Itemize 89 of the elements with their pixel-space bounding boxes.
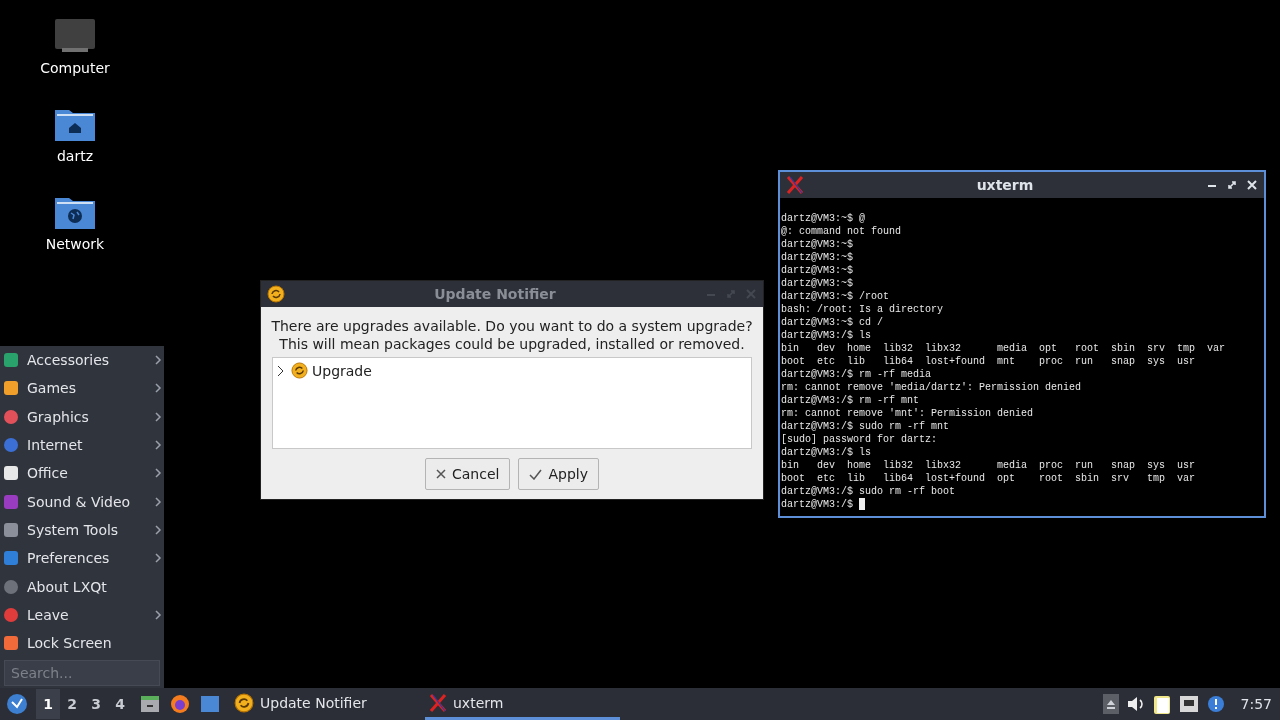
terminal-line: boot etc lib lib64 lost+found opt root sbin srv tmp var [781, 472, 1196, 485]
file-cabinet-icon[interactable] [140, 695, 160, 713]
graphics-icon [3, 408, 19, 425]
volume-icon[interactable] [1126, 696, 1145, 712]
checkmark-icon [529, 468, 543, 480]
x-logo-icon [786, 176, 804, 194]
menu-item[interactable]: Preferences [0, 544, 164, 573]
desktop-switch-button[interactable]: 3 [84, 689, 108, 719]
task-button[interactable]: uxterm [425, 688, 620, 720]
terminal-line: dartz@VM3:~$ [781, 238, 853, 251]
terminal-line: dartz@VM3:~$ cd / [781, 316, 884, 329]
browser-icon[interactable] [170, 694, 190, 714]
message-text: There are upgrades available. Do you want to do a system upgrade? [270, 317, 754, 335]
preferences-icon [3, 550, 19, 567]
terminal-line: rm: cannot remove 'media/dartz': Permission denied [781, 381, 1082, 394]
menu-item[interactable]: About LXQt [0, 572, 164, 601]
refresh-icon [234, 692, 254, 713]
chevron-icon [154, 468, 162, 479]
window-title: Update Notifier [433, 286, 557, 302]
internet-icon [3, 437, 19, 454]
eject-icon[interactable] [1102, 694, 1119, 714]
refresh-icon [291, 362, 308, 379]
terminal-line: dartz@VM3:/$ sudo rm -rf boot [781, 485, 956, 498]
desktop-icon-label[interactable]: Network [45, 236, 105, 252]
chevron-icon [154, 383, 162, 394]
menu-item[interactable]: Accessories [0, 346, 164, 375]
terminal-line: dartz@VM3:~$ [781, 251, 853, 264]
x-logo-icon [429, 693, 447, 712]
accessories-icon [3, 352, 19, 369]
close-icon [436, 469, 446, 479]
menu-item[interactable]: Leave [0, 600, 164, 629]
terminal-line: bash: /root: Is a directory [781, 303, 944, 316]
games-icon [3, 380, 19, 397]
menu-item[interactable]: System Tools [0, 515, 164, 545]
terminal-line: dartz@VM3:/$ ls [781, 329, 871, 342]
terminal-line: dartz@VM3:/$ ls [781, 446, 871, 459]
chevron-icon [154, 355, 162, 366]
terminal-line: dartz@VM3:/$ rm -rf mnt [781, 394, 920, 407]
window-title: uxterm [975, 177, 1035, 193]
cancel-button[interactable]: Cancel [425, 458, 511, 490]
terminal-line: boot etc lib lib64 lost+found mnt proc run snap sys usr [781, 355, 1196, 368]
terminal-line: rm: cannot remove 'mnt': Permission denied [781, 407, 1034, 420]
window-icon[interactable] [200, 695, 220, 713]
terminal-line: dartz@VM3:~$ [781, 264, 853, 277]
apply-button[interactable]: Apply [518, 458, 599, 490]
media-icon [3, 493, 19, 510]
monitor-icon [54, 18, 96, 54]
chevron-icon [154, 524, 162, 535]
desktop-switch-button[interactable]: 1 [36, 689, 60, 719]
menu-item[interactable]: Graphics [0, 402, 164, 431]
terminal-line: dartz@VM3:~$ /root [781, 290, 890, 303]
terminal-line: dartz@VM3:~$ @ [781, 212, 865, 225]
menu-item[interactable]: Internet [0, 430, 164, 460]
terminal-line: [sudo] password for dartz: [781, 433, 938, 446]
chevron-icon [154, 553, 162, 564]
terminal-line: dartz@VM3:/$ rm -rf media [781, 368, 932, 381]
text-cursor [859, 498, 865, 510]
desktop-switch-button[interactable]: 2 [60, 689, 84, 719]
menu-item[interactable]: Games [0, 374, 164, 403]
office-icon [3, 465, 19, 482]
system-icon [3, 521, 19, 538]
desktop-icon-label[interactable]: dartz [56, 148, 94, 164]
chevron-icon [154, 411, 162, 422]
clock[interactable]: 7:57 [1240, 696, 1272, 712]
chevron-icon [154, 609, 162, 620]
terminal-line: dartz@VM3:/$ [781, 498, 853, 511]
desktop-icon-label[interactable]: Computer [40, 60, 110, 76]
maximize-icon[interactable] [1226, 179, 1238, 191]
about-icon [3, 578, 19, 595]
refresh-icon [267, 285, 285, 303]
task-button[interactable]: Update Notifier [230, 688, 425, 720]
terminal-line: dartz@VM3:/$ sudo rm -rf mnt [781, 420, 950, 433]
terminal-line: bin dev home lib32 libx32 media opt root sbin srv tmp var [781, 342, 1226, 355]
menu-item[interactable]: Office [0, 459, 164, 488]
terminal-line: dartz@VM3:~$ [781, 277, 853, 290]
terminal-line: @: command not found [781, 225, 902, 238]
desktop-switch-button[interactable]: 4 [108, 689, 132, 719]
message-text: This will mean packages could be upgraded, installed or removed. [278, 335, 746, 353]
chevron-icon [154, 496, 162, 507]
menu-item[interactable]: Sound & Video [0, 487, 164, 516]
terminal-line: bin dev home lib32 libx32 media proc run snap sys usr [781, 459, 1196, 472]
search-field[interactable]: Search... [4, 660, 160, 686]
tree-item[interactable]: Upgrade [312, 362, 372, 379]
notification-icon[interactable] [1206, 695, 1227, 713]
clipboard-icon[interactable] [1152, 694, 1171, 714]
chevron-icon [154, 440, 162, 451]
lock-icon [3, 635, 19, 652]
leave-icon [3, 606, 19, 623]
menu-item[interactable]: Lock Screen [0, 628, 164, 658]
